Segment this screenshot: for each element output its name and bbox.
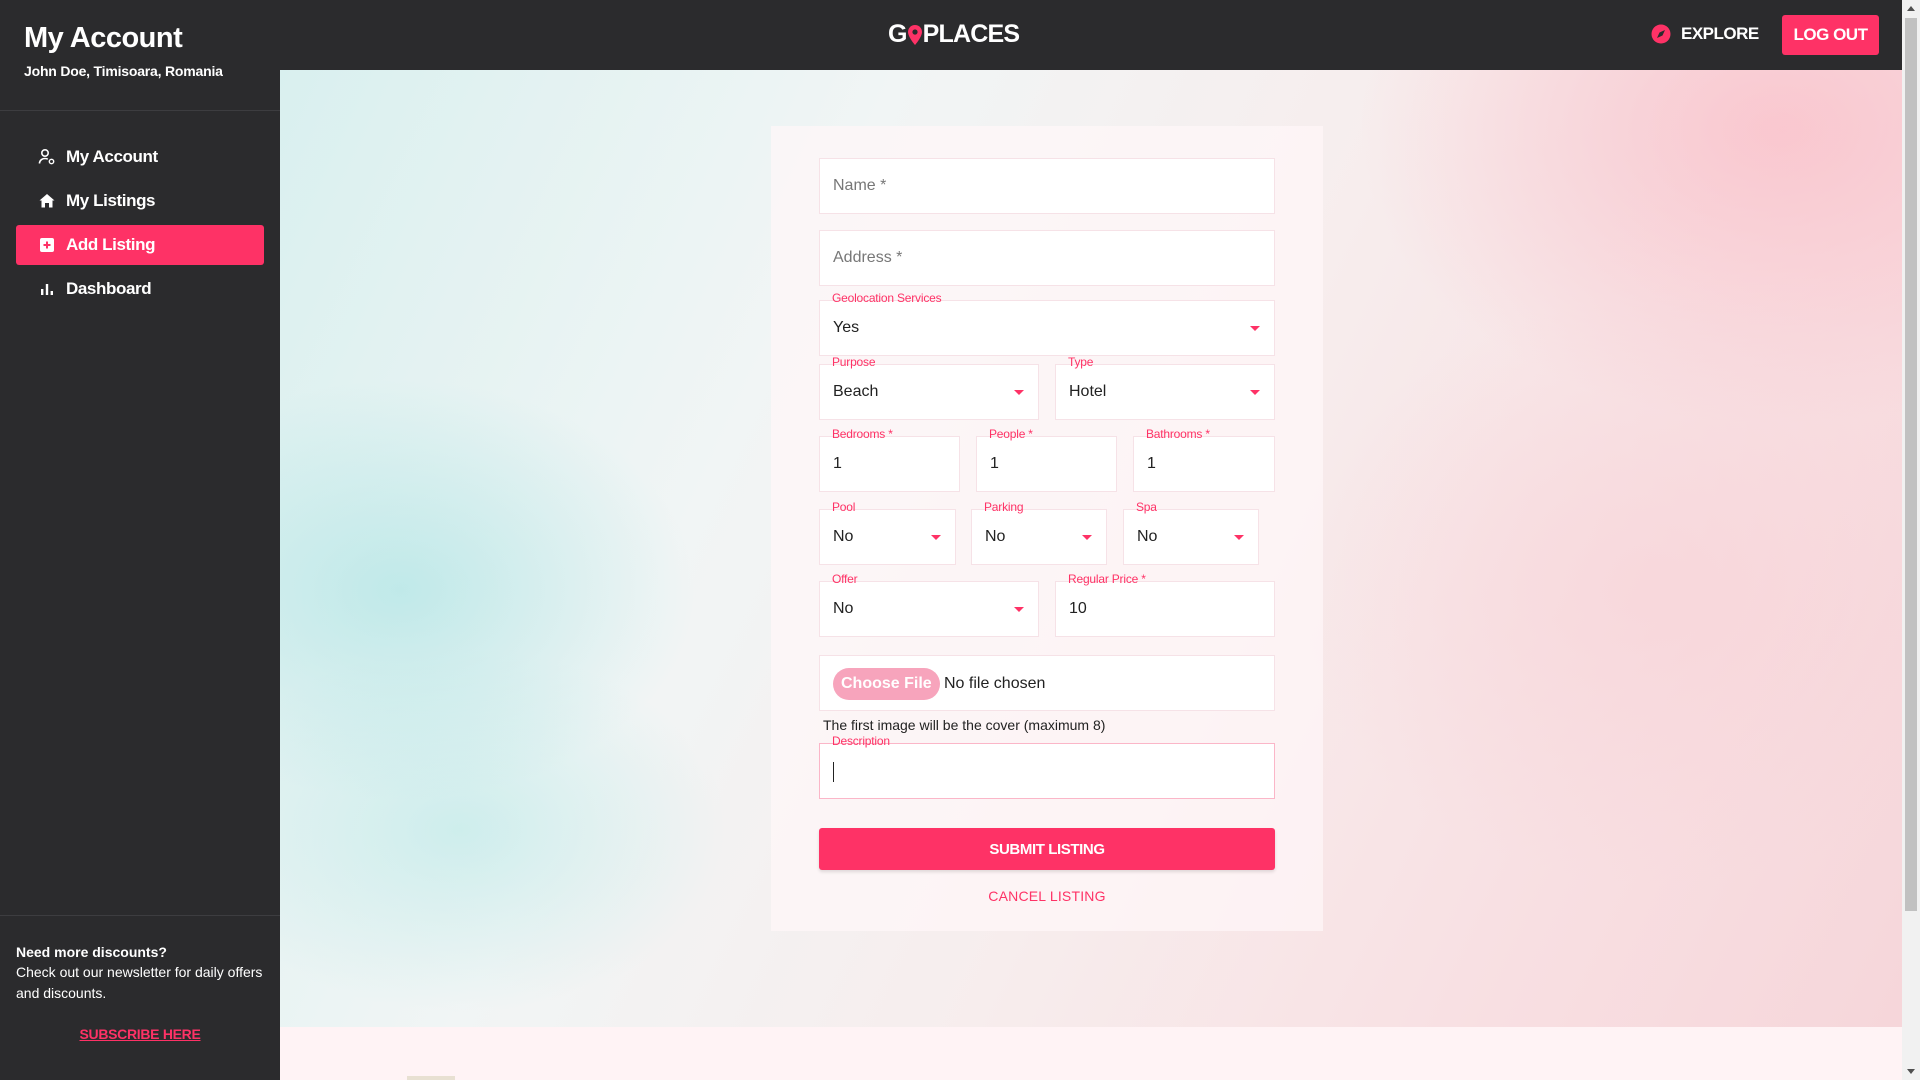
explore-label: EXPLORE <box>1681 24 1759 43</box>
bedrooms-value: 1 <box>833 455 842 472</box>
address-field[interactable]: Address * <box>819 230 1275 286</box>
pool-label: Pool <box>832 500 856 514</box>
page-lower-section <box>280 1027 1902 1080</box>
sidebar-item-my-account[interactable]: My Account <box>16 137 264 177</box>
user-location: John Doe, Timisoara, Romania <box>24 63 223 79</box>
geolocation-label: Geolocation Services <box>832 291 942 305</box>
image-upload-field[interactable]: Choose File No file chosen <box>819 655 1275 711</box>
promo-heading: Need more discounts? <box>16 944 167 960</box>
sidebar-header: My Account John Doe, Timisoara, Romania <box>0 0 280 111</box>
choose-file-button[interactable]: Choose File <box>833 668 940 700</box>
promo-text: Check out our newsletter for daily offer… <box>16 964 263 1001</box>
logo-text-left: G <box>888 20 907 48</box>
bathrooms-value: 1 <box>1147 455 1156 472</box>
people-field[interactable]: People * 1 <box>976 427 1117 492</box>
bedrooms-field[interactable]: Bedrooms * 1 <box>819 427 960 492</box>
offer-select[interactable]: Offer No <box>819 572 1039 637</box>
spa-value: No <box>1137 528 1158 545</box>
sidebar-nav: My Account My Listings Add Listing Dashb… <box>0 111 280 309</box>
location-pin-icon <box>907 24 922 45</box>
scroll-down-icon[interactable] <box>1907 1069 1915 1074</box>
text-cursor <box>833 762 834 782</box>
add-box-icon <box>38 236 56 254</box>
regular-price-field[interactable]: Regular Price * 10 <box>1055 572 1275 637</box>
chevron-down-icon <box>1250 390 1260 395</box>
bathrooms-field[interactable]: Bathrooms * 1 <box>1133 427 1275 492</box>
sidebar-item-label: Add Listing <box>66 235 156 254</box>
image-upload-hint: The first image will be the cover (maxim… <box>823 717 1106 733</box>
newsletter-promo: Need more discounts? Check out our newsl… <box>0 915 280 1080</box>
scroll-up-icon[interactable] <box>1907 6 1915 11</box>
compass-icon <box>1651 24 1671 44</box>
type-label: Type <box>1068 355 1094 369</box>
sidebar-item-label: My Account <box>66 147 158 166</box>
user-settings-icon <box>38 148 56 166</box>
pool-select[interactable]: Pool No <box>819 500 956 565</box>
spa-select[interactable]: Spa No <box>1123 500 1259 565</box>
people-value: 1 <box>990 455 999 472</box>
bathrooms-label: Bathrooms * <box>1146 427 1210 441</box>
chevron-down-icon <box>1014 607 1024 612</box>
chevron-down-icon <box>1082 535 1092 540</box>
subscribe-link[interactable]: SUBSCRIBE HERE <box>16 1026 264 1042</box>
name-field[interactable]: Name * <box>819 158 1275 214</box>
logo[interactable]: G PLACES <box>888 20 1020 49</box>
geolocation-value: Yes <box>833 319 860 336</box>
chevron-down-icon <box>931 535 941 540</box>
sidebar-title: My Account <box>24 22 183 54</box>
geolocation-select[interactable]: Geolocation Services Yes <box>819 291 1275 356</box>
logo-text-right: PLACES <box>922 20 1020 48</box>
address-placeholder: Address * <box>833 249 903 266</box>
sidebar-item-add-listing[interactable]: Add Listing <box>16 225 264 265</box>
pool-value: No <box>833 528 854 545</box>
scrollbar[interactable] <box>1902 0 1920 1080</box>
submit-listing-button[interactable]: SUBMIT LISTING <box>819 828 1275 870</box>
purpose-value: Beach <box>833 383 879 400</box>
home-icon <box>38 192 56 210</box>
spa-label: Spa <box>1136 500 1157 514</box>
parking-label: Parking <box>984 500 1024 514</box>
sidebar-item-my-listings[interactable]: My Listings <box>16 181 264 221</box>
type-select[interactable]: Type Hotel <box>1055 355 1275 420</box>
sidebar: My Account John Doe, Timisoara, Romania … <box>0 0 280 1080</box>
file-status: No file chosen <box>944 675 1046 692</box>
logout-button[interactable]: LOG OUT <box>1782 15 1879 55</box>
name-placeholder: Name * <box>833 177 887 194</box>
sidebar-item-dashboard[interactable]: Dashboard <box>16 269 264 309</box>
chevron-down-icon <box>1014 390 1024 395</box>
description-field[interactable]: Description <box>819 734 1275 799</box>
purpose-label: Purpose <box>832 355 876 369</box>
sidebar-item-label: My Listings <box>66 191 156 210</box>
regular-price-label: Regular Price * <box>1068 572 1146 586</box>
offer-value: No <box>833 600 854 617</box>
sidebar-item-label: Dashboard <box>66 279 152 298</box>
lower-thumbnail <box>407 1076 455 1080</box>
bedrooms-label: Bedrooms * <box>832 427 893 441</box>
scrollbar-thumb[interactable] <box>1905 18 1917 911</box>
type-value: Hotel <box>1069 383 1107 400</box>
chevron-down-icon <box>1250 326 1260 331</box>
cancel-listing-button[interactable]: CANCEL LISTING <box>819 888 1275 904</box>
regular-price-value: 10 <box>1069 600 1087 617</box>
bar-chart-icon <box>38 280 56 298</box>
chevron-down-icon <box>1234 535 1244 540</box>
explore-link[interactable]: EXPLORE <box>1651 24 1759 44</box>
description-label: Description <box>832 734 890 748</box>
offer-label: Offer <box>832 572 858 586</box>
parking-value: No <box>985 528 1006 545</box>
people-label: People * <box>989 427 1033 441</box>
parking-select[interactable]: Parking No <box>971 500 1107 565</box>
purpose-select[interactable]: Purpose Beach <box>819 355 1039 420</box>
top-bar: G PLACES EXPLORE LOG OUT <box>280 0 1902 70</box>
